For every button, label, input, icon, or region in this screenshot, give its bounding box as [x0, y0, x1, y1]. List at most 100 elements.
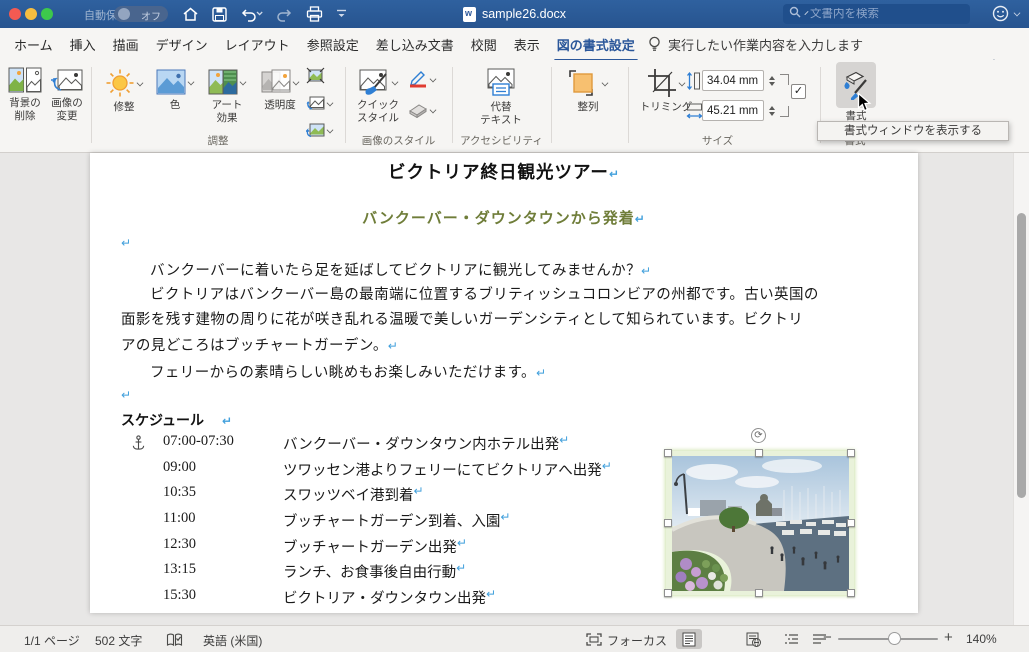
selection-handle-bottom-right[interactable]: [847, 589, 855, 597]
paragraph: フェリーからの素晴らしい眺めもお楽しみいただけます。↵: [150, 365, 547, 381]
scrollbar-thumb[interactable]: [1017, 213, 1026, 498]
empty-paragraph: ↵: [121, 388, 132, 402]
ribbon-tab[interactable]: 描画: [113, 35, 139, 54]
vertical-scrollbar[interactable]: [1013, 153, 1029, 625]
language-indicator[interactable]: 英語 (米国): [203, 632, 262, 649]
alt-text-button[interactable]: 代替 テキスト: [470, 68, 532, 126]
shape-width-icon: [686, 101, 703, 126]
quick-styles-chevron-icon: [391, 78, 399, 86]
quick-styles-button[interactable]: クイック スタイル: [352, 68, 404, 124]
inline-picture[interactable]: [672, 456, 849, 591]
rotation-handle[interactable]: ⟳: [751, 428, 766, 443]
aspect-bracket-bottom: [780, 106, 789, 117]
smiley-icon: [992, 5, 1009, 22]
tell-me-box[interactable]: 実行したい作業内容を入力します: [648, 28, 863, 60]
schedule-row: 12:30 ブッチャートガーデン出発 ↵: [163, 535, 467, 556]
page-indicator[interactable]: 1/1 ページ: [24, 632, 80, 649]
arrange-chevron-icon: [601, 79, 609, 87]
web-layout-view-button[interactable]: [740, 629, 766, 649]
arrange-icon: [569, 70, 593, 96]
ribbon-tab[interactable]: レイアウト: [225, 35, 290, 54]
group-separator: [452, 67, 453, 143]
selection-handle-bottom-middle[interactable]: [755, 589, 763, 597]
search-box[interactable]: [783, 4, 970, 24]
proofing-icon[interactable]: [166, 633, 183, 650]
compress-picture-icon: [306, 67, 325, 84]
focus-label[interactable]: フォーカス: [607, 632, 667, 649]
reset-picture-chevron-icon: [326, 126, 334, 133]
search-scope-chevron-icon[interactable]: [804, 10, 809, 15]
ribbon-tab[interactable]: デザイン: [156, 35, 208, 54]
shape-height-input[interactable]: [702, 70, 764, 91]
zoom-slider[interactable]: [838, 632, 938, 645]
ribbon-tab[interactable]: 校閲: [471, 35, 497, 54]
empty-paragraph: ↵: [121, 236, 132, 250]
word-count[interactable]: 502 文字: [95, 632, 142, 649]
lock-aspect-ratio-checkbox[interactable]: ✓: [791, 84, 806, 99]
quick-styles-icon: [359, 69, 387, 95]
document-page[interactable]: ビクトリア終日観光ツアー↵ バンクーバー・ダウンタウンから発着↵ ↵ バンクーバ…: [90, 153, 918, 613]
corrections-button[interactable]: 修整: [98, 68, 150, 114]
paragraph: ビクトリアはバンクーバー島の最南端に位置するブリティッシュコロンビアの州都です。…: [121, 283, 819, 359]
ribbon-tab[interactable]: 表示: [514, 35, 540, 54]
focus-icon[interactable]: [586, 633, 602, 649]
object-anchor-icon: [132, 435, 145, 457]
change-picture-menu-button[interactable]: [306, 94, 334, 111]
picture-effects-button[interactable]: [408, 102, 437, 118]
ribbon-tab[interactable]: ホーム: [14, 35, 53, 54]
selection-handle-top-right[interactable]: [847, 449, 855, 457]
schedule-list: 07:00-07:30 バンクーバー・ダウンタウン内ホテル出発 ↵ 09:00 …: [163, 433, 612, 613]
ribbon-tab[interactable]: 参照設定: [307, 35, 359, 54]
shape-height-stepper[interactable]: [766, 70, 778, 91]
zoom-in-button[interactable]: +: [944, 629, 953, 646]
zoom-percentage[interactable]: 140%: [966, 632, 997, 646]
ribbon-tab[interactable]: 図の書式設定: [553, 35, 638, 62]
compress-picture-button[interactable]: [306, 67, 325, 89]
transparency-button[interactable]: 透明度: [254, 68, 306, 112]
selection-handle-middle-right[interactable]: [847, 519, 855, 527]
remove-background-icon: [8, 67, 42, 93]
search-icon: [789, 5, 801, 23]
artistic-effects-button[interactable]: アート 効果: [200, 68, 254, 124]
shape-width-input[interactable]: [702, 100, 764, 121]
remove-background-button[interactable]: 背景の 削除: [4, 66, 46, 122]
paragraph-line: 面影を残す建物の周りに花が咲き乱れる温暖で美しいガーデンシティとして知られていま…: [121, 312, 804, 329]
selection-handle-top-left[interactable]: [664, 449, 672, 457]
outline-view-button[interactable]: [778, 629, 804, 649]
change-picture-button[interactable]: 画像の 変更: [46, 66, 88, 122]
schedule-desc: ブッチャートガーデン到着、入園: [283, 514, 501, 531]
picture-border-button[interactable]: [408, 70, 437, 88]
search-input[interactable]: [810, 8, 964, 20]
sun-icon: [106, 69, 134, 97]
statusbar: 1/1 ページ 502 文字 英語 (米国) フォーカス − + 140%: [0, 625, 1029, 652]
zoom-out-button[interactable]: −: [823, 629, 832, 646]
zoom-slider-thumb[interactable]: [888, 632, 901, 645]
feedback-chevron-icon: [1013, 9, 1021, 16]
document-canvas[interactable]: ビクトリア終日観光ツアー↵ バンクーバー・ダウンタウンから発着↵ ↵ バンクーバ…: [0, 153, 1029, 625]
ribbon: 背景の 削除 画像の 変更 修整 色 アート 効果 透明度 調整 クイック スタ…: [0, 60, 1029, 153]
doc-subtitle: バンクーバー・ダウンタウンから発着↵: [362, 210, 646, 227]
schedule-row: 15:30 ビクトリア・ダウンタウン出発 ↵: [163, 587, 497, 608]
titlebar: 自動保存 オフ sample26.docx: [0, 0, 1029, 28]
pilcrow-mark: ↵: [608, 167, 620, 181]
selection-handle-bottom-left[interactable]: [664, 589, 672, 597]
arrange-button[interactable]: 整列: [560, 68, 616, 114]
selection-handle-middle-left[interactable]: [664, 519, 672, 527]
shape-width-stepper[interactable]: [766, 100, 778, 121]
schedule-row: 09:00 ツワッセン港よりフェリーにてビクトリアへ出発 ↵: [163, 458, 612, 479]
schedule-time: 11:00: [163, 510, 196, 527]
picture-effects-icon: [409, 104, 427, 118]
document-filename: sample26.docx: [481, 7, 567, 21]
feedback-menu[interactable]: [992, 5, 1021, 22]
ribbon-tab[interactable]: 挿入: [70, 35, 96, 54]
mouse-cursor: [857, 92, 872, 112]
color-button[interactable]: 色: [152, 68, 198, 112]
ribbon-tab[interactable]: 差し込み文書: [376, 35, 454, 54]
artistic-effects-chevron-icon: [239, 78, 247, 86]
schedule-row: 11:00 ブッチャートガーデン到着、入園 ↵: [163, 510, 511, 531]
ribbon-tabs: ホーム 挿入 描画 デザイン レイアウト 参照設定 差し込み文書 校閲 表示 図の書式設定: [14, 28, 638, 62]
group-label-picture-styles: 画像のスタイル: [361, 135, 436, 147]
selection-handle-top-middle[interactable]: [755, 449, 763, 457]
tell-me-label: 実行したい作業内容を入力します: [668, 37, 864, 53]
print-layout-view-button[interactable]: [676, 629, 702, 649]
